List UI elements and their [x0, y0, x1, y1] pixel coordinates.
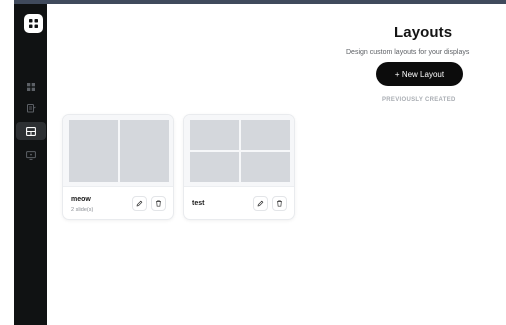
slides-icon	[26, 103, 36, 113]
pencil-icon	[257, 200, 264, 207]
edit-button[interactable]	[253, 196, 268, 211]
trash-icon	[155, 200, 162, 207]
grid-icon	[27, 83, 35, 91]
layout-tile	[241, 120, 290, 150]
layout-preview	[63, 115, 173, 187]
sidebar-item-layouts[interactable]	[16, 122, 46, 140]
layout-card[interactable]: test	[183, 114, 295, 220]
layout-preview	[184, 115, 294, 187]
sidebar	[14, 4, 47, 325]
layout-tile	[241, 152, 290, 182]
sidebar-item-dashboard[interactable]	[16, 78, 46, 96]
display-icon	[26, 150, 36, 160]
layout-tile	[69, 120, 118, 182]
layout-slide-count: 2 slide(s)	[71, 207, 94, 213]
window-left-margin	[0, 0, 14, 325]
page-title: Layouts	[394, 24, 453, 41]
delete-button[interactable]	[272, 196, 287, 211]
trash-icon	[276, 200, 283, 207]
sidebar-item-slides[interactable]	[16, 99, 46, 117]
layout-card[interactable]: meow 2 slide(s)	[62, 114, 174, 220]
layout-name: meow	[71, 196, 91, 203]
layout-name: test	[192, 200, 205, 207]
section-label: PREVIOUSLY CREATED	[382, 97, 456, 103]
edit-button[interactable]	[132, 196, 147, 211]
new-layout-button[interactable]: + New Layout	[376, 62, 463, 86]
layouts-icon	[26, 126, 36, 136]
pencil-icon	[136, 200, 143, 207]
page-subtitle: Design custom layouts for your displays	[346, 49, 470, 56]
app-logo-icon[interactable]	[24, 14, 43, 33]
sidebar-item-displays[interactable]	[16, 146, 46, 164]
layout-tile	[190, 152, 239, 182]
delete-button[interactable]	[151, 196, 166, 211]
layout-tile	[120, 120, 169, 182]
layout-tile	[190, 120, 239, 150]
